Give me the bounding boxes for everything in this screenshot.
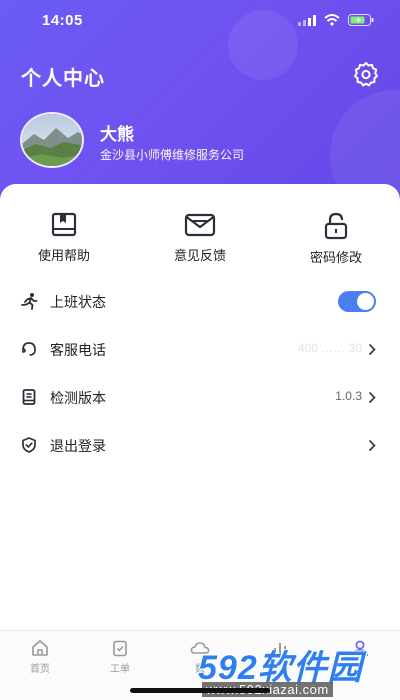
book-icon bbox=[51, 212, 77, 237]
help-button[interactable]: 使用帮助 bbox=[9, 212, 119, 268]
cloud-icon bbox=[190, 642, 210, 654]
gear-icon[interactable] bbox=[352, 60, 380, 88]
check-version-row[interactable]: 检测版本 1.0.3 bbox=[0, 377, 400, 417]
avatar-image bbox=[22, 114, 82, 166]
status-icons bbox=[298, 14, 374, 26]
work-status-row: 上班状态 bbox=[0, 281, 400, 321]
feedback-button[interactable]: 意见反馈 bbox=[145, 212, 255, 268]
tab-orders[interactable]: 工单 bbox=[90, 639, 150, 675]
toggle-knob bbox=[357, 293, 374, 310]
help-label: 使用帮助 bbox=[37, 248, 90, 263]
tab-home[interactable]: 首页 bbox=[10, 639, 70, 675]
service-phone-value: 400 …… 30 bbox=[297, 341, 362, 355]
tab-home-label: 首页 bbox=[30, 664, 50, 675]
user-name: 大熊 bbox=[100, 125, 134, 144]
headset-icon bbox=[22, 342, 36, 356]
page-title: 个人中心 bbox=[21, 68, 105, 90]
user-icon bbox=[352, 640, 368, 657]
change-password-button[interactable]: 密码修改 bbox=[281, 212, 391, 268]
tab-data[interactable]: 数 bbox=[170, 639, 230, 675]
lock-icon bbox=[324, 212, 348, 240]
home-icon bbox=[32, 640, 48, 656]
status-time: 14:05 bbox=[42, 12, 83, 29]
home-indicator bbox=[130, 688, 270, 693]
mail-icon bbox=[184, 213, 216, 237]
battery-icon bbox=[348, 14, 374, 26]
check-version-label: 检测版本 bbox=[50, 390, 106, 406]
tab-stats[interactable] bbox=[250, 639, 310, 660]
tab-data-label: 数 bbox=[195, 664, 205, 675]
chart-icon bbox=[274, 643, 286, 654]
logout-label: 退出登录 bbox=[50, 438, 106, 454]
work-status-toggle[interactable] bbox=[338, 291, 376, 312]
status-bar: 14:05 bbox=[0, 0, 400, 44]
change-password-label: 密码修改 bbox=[309, 250, 362, 265]
logout-row[interactable]: 退出登录 bbox=[0, 425, 400, 465]
version-value: 1.0.3 bbox=[335, 389, 362, 403]
user-company: 金沙县小师傅维修服务公司 bbox=[100, 148, 245, 162]
document-icon bbox=[22, 389, 36, 405]
running-icon bbox=[21, 293, 38, 310]
chevron-right-icon bbox=[368, 343, 376, 356]
tab-profile[interactable] bbox=[330, 639, 390, 660]
feedback-label: 意见反馈 bbox=[173, 248, 226, 263]
service-phone-label: 客服电话 bbox=[50, 342, 106, 358]
profile-header: 14:05 个人中心 大熊 金沙县小师傅维修服务公司 bbox=[0, 0, 400, 205]
work-status-label: 上班状态 bbox=[50, 294, 106, 310]
shield-icon bbox=[22, 437, 36, 453]
signal-icon bbox=[298, 14, 316, 26]
wifi-icon bbox=[324, 14, 340, 26]
avatar[interactable] bbox=[20, 112, 84, 168]
clipboard-icon bbox=[113, 640, 127, 657]
tab-orders-label: 工单 bbox=[110, 664, 130, 675]
service-phone-row[interactable]: 客服电话 400 …… 30 bbox=[0, 329, 400, 369]
chevron-right-icon bbox=[368, 391, 376, 404]
chevron-right-icon bbox=[368, 439, 376, 452]
